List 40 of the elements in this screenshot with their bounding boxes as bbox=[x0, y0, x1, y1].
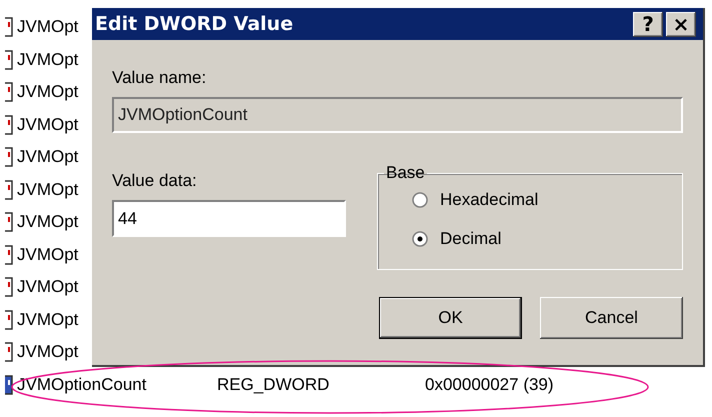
value-name[interactable]: JVMOpt bbox=[17, 17, 78, 38]
value-name[interactable]: JVMOpt bbox=[17, 114, 78, 135]
registry-value-icon bbox=[4, 17, 13, 38]
dialog-title: Edit DWORD Value bbox=[95, 13, 294, 35]
ok-button[interactable]: OK bbox=[379, 297, 522, 339]
help-button[interactable]: ? bbox=[633, 12, 663, 36]
registry-value-icon bbox=[4, 277, 13, 298]
registry-value-icon bbox=[4, 180, 13, 200]
registry-value-icon bbox=[4, 212, 13, 232]
value-name-field[interactable]: JVMOptionCount bbox=[112, 97, 683, 133]
registry-value-icon bbox=[4, 82, 13, 102]
radio-label[interactable]: Hexadecimal bbox=[440, 190, 538, 210]
value-name[interactable]: JVMOpt bbox=[17, 82, 78, 102]
value-data-field[interactable]: 44 bbox=[112, 200, 346, 237]
registry-value-icon bbox=[4, 114, 13, 135]
value-name[interactable]: JVMOpt bbox=[17, 212, 78, 232]
radio-button[interactable] bbox=[412, 192, 428, 208]
base-group-title: Base bbox=[385, 163, 426, 183]
value-name[interactable]: JVMOpt bbox=[17, 147, 78, 168]
registry-value-icon bbox=[4, 374, 13, 395]
radio-button[interactable] bbox=[412, 230, 428, 246]
value-name[interactable]: JVMOpt bbox=[17, 180, 78, 200]
value-type: REG_DWORD bbox=[217, 374, 330, 395]
value-data-label: Value data: bbox=[112, 171, 198, 192]
registry-value-icon bbox=[4, 50, 13, 70]
value-name[interactable]: JVMOpt bbox=[17, 50, 78, 70]
registry-value-icon bbox=[4, 342, 13, 362]
value-name-label: Value name: bbox=[112, 68, 208, 89]
cancel-button[interactable]: Cancel bbox=[540, 297, 683, 339]
value-name[interactable]: JVMOpt bbox=[17, 277, 78, 298]
registry-value-icon bbox=[4, 244, 13, 265]
value-name[interactable]: JVMOpt bbox=[17, 244, 78, 265]
value-name[interactable]: JVMOptionCount bbox=[17, 374, 217, 395]
value-data: 0x00000027 (39) bbox=[425, 374, 554, 395]
value-name[interactable]: JVMOpt bbox=[17, 342, 78, 362]
radio-label[interactable]: Decimal bbox=[440, 228, 502, 248]
registry-value-icon bbox=[4, 310, 13, 330]
registry-value-icon bbox=[4, 147, 13, 168]
close-button[interactable]: × bbox=[666, 12, 696, 36]
value-name[interactable]: JVMOpt bbox=[17, 310, 78, 330]
